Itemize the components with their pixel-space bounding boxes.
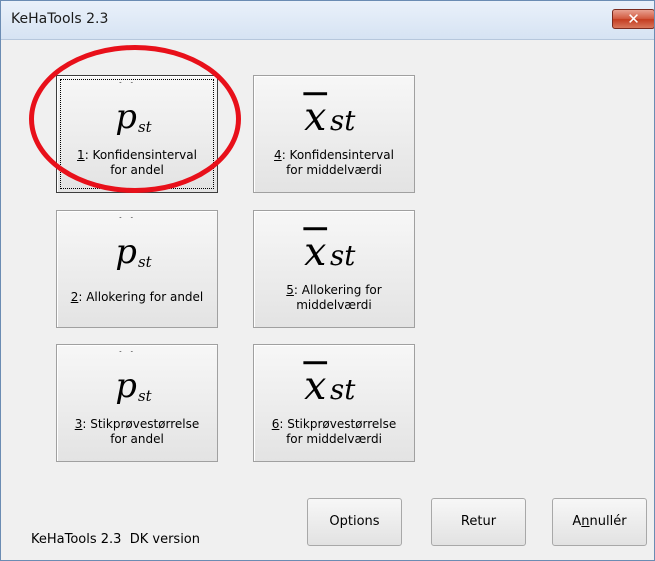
dialog-window: KeHaTools 2.3 ✕ ^ p st 1: Konfidensinter… [0,0,655,561]
tile-label: 1: Konfidensinterval for andel [77,148,197,177]
retur-button[interactable]: Retur [431,498,526,546]
allokering-andel-button[interactable]: ^ p st 2: Allokering for andel [56,210,218,328]
allokering-middelvaerdi-button[interactable]: x st 5: Allokering for middelværdi [253,210,415,328]
p-hat-st-icon: ^ p st [115,351,152,405]
svg-text:^: ^ [117,351,135,367]
x-bar-st-icon: x st [303,92,356,140]
svg-text:st: st [138,388,152,405]
svg-text:p: p [115,232,137,271]
tile-label: 3: Stikprøvestørrelse for andel [74,417,200,446]
options-button[interactable]: Options [307,498,402,546]
konfidensinterval-andel-button[interactable]: ^ p st 1: Konfidensinterval for andel [56,75,218,193]
annuller-button[interactable]: Annullér [552,498,647,546]
tile-label: 5: Allokering for middelværdi [286,283,382,312]
window-title: KeHaTools 2.3 [11,11,109,27]
stikproevestoerrelse-andel-button[interactable]: ^ p st 3: Stikprøvestørrelse for andel [56,344,218,462]
p-hat-st-icon: ^ p st [115,82,152,136]
svg-text:x: x [304,94,326,140]
version-footer: KeHaTools 2.3 DK version [31,532,200,547]
svg-text:p: p [115,366,137,405]
svg-text:st: st [330,239,356,272]
x-bar-st-icon: x st [303,227,356,275]
close-icon: ✕ [627,10,640,28]
svg-text:st: st [138,119,152,136]
svg-text:^: ^ [117,82,135,98]
svg-text:x: x [304,363,326,409]
konfidensinterval-middelvaerdi-button[interactable]: x st 4: Konfidensinterval for middelværdi [253,75,415,193]
close-button[interactable]: ✕ [612,9,654,29]
x-bar-st-icon: x st [303,361,356,409]
stikproevestoerrelse-middelvaerdi-button[interactable]: x st 6: Stikprøvestørrelse for middelværd… [253,344,415,462]
svg-text:st: st [138,254,152,271]
tile-label: 6: Stikprøvestørrelse for middelværdi [271,417,397,446]
title-bar: KeHaTools 2.3 ✕ [1,1,654,40]
p-hat-st-icon: ^ p st [115,217,152,271]
svg-text:st: st [330,104,356,137]
svg-text:^: ^ [117,217,135,233]
svg-text:p: p [115,97,137,136]
tile-label: 2: Allokering for andel [70,290,204,304]
svg-text:st: st [330,373,356,406]
svg-text:x: x [304,229,326,275]
tile-label: 4: Konfidensinterval for middelværdi [274,148,394,177]
